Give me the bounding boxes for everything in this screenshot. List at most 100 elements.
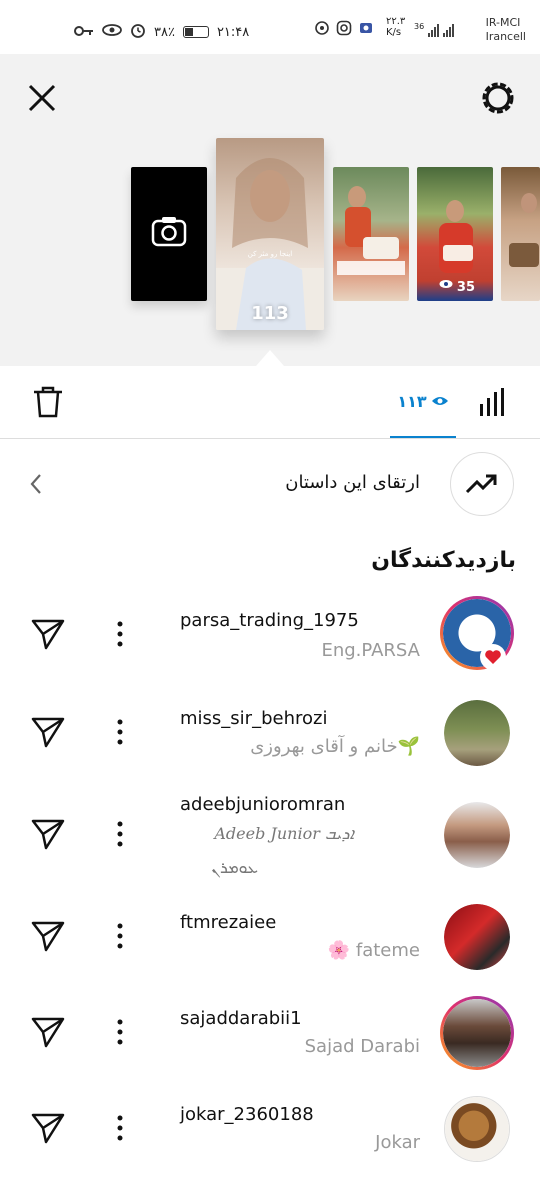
send-icon [31,1017,65,1048]
signal-2-icon [443,23,455,37]
add-story-tile[interactable] [131,167,207,301]
close-icon [28,84,56,112]
battery-icon [182,26,209,38]
avatar[interactable] [444,1096,510,1162]
clock: ۲۱:۴۸ [216,24,250,40]
alarm-icon [130,22,146,42]
story-strip: اینجا رو مثر کن 113 35 [0,54,540,366]
send-button[interactable] [30,918,66,954]
speed-value: ۲۲.۳ [386,16,406,27]
more-vertical-icon [117,719,123,745]
send-button[interactable] [30,1014,66,1050]
viewer-row: ftmrezaiee 🌸 fateme [0,900,540,1000]
viewer-row: sajaddarabii1 Sajad Darabi [0,996,540,1096]
network-speed: ۲۲.۳ K/s [386,16,405,38]
carrier-2: Irancell [485,30,526,43]
carrier-1: IR-MCI [485,16,521,29]
eye-icon [102,24,122,40]
more-vertical-icon [117,1019,123,1045]
viewer-display-name: Sajad Darabi [304,1036,420,1057]
viewer-username[interactable]: adeebjunioromran [180,794,345,815]
story-thumbnail[interactable] [501,167,540,301]
status-left: ۳۸٪ ۲۱:۴۸ [74,22,249,42]
viewer-row: parsa_trading_1975 Eng.PARSA [0,596,540,696]
send-button[interactable] [30,616,66,652]
viewer-row: adeebjunioromran Adeeb Junior ܐܕܝܒ ܥܘܡܪܢ [0,790,540,890]
trending-icon [450,452,514,516]
story-photo [216,158,324,330]
story-thumbnail-selected[interactable]: اینجا رو مثر کن 113 [216,138,324,330]
bar-chart-icon [480,388,504,416]
close-button[interactable] [22,78,62,118]
viewer-row: jokar_2360188 Jokar [0,1090,540,1190]
story-caption: اینجا رو مثر کن [247,250,293,258]
viewer-username[interactable]: miss_sir_behrozi [180,708,327,729]
network-type: 36 [414,22,425,31]
story-view-count: 113 [251,303,289,324]
speed-unit: K/s [386,27,402,38]
views-count: ۱۱۳ [397,391,427,411]
signal-indicators: 36 [414,22,455,37]
app-notification-icon [358,20,374,39]
more-vertical-icon [117,821,123,847]
viewer-username[interactable]: sajaddarabii1 [180,1008,302,1029]
viewer-username[interactable]: ftmrezaiee [180,912,276,933]
signal-1-icon [428,23,440,37]
avatar[interactable] [444,802,510,868]
eye-icon [431,392,449,411]
avatar[interactable] [444,904,510,970]
more-options-button[interactable] [110,1014,130,1050]
send-button[interactable] [30,714,66,750]
viewers-heading: بازدیدکنندگان [371,548,516,573]
send-icon [31,1113,65,1144]
avatar[interactable] [444,700,510,766]
camera-icon [151,217,187,247]
heart-icon [480,644,506,670]
viewer-display-name-line-2: ܥܘܡܪܢ [211,858,258,877]
send-button[interactable] [30,1110,66,1146]
instagram-icon [336,20,352,39]
viewer-display-name: خانم و آقای بهروزی🌱 [250,736,420,757]
more-options-button[interactable] [110,714,130,750]
story-photo [337,186,405,275]
settings-button[interactable] [478,78,518,118]
send-icon [31,619,65,650]
promote-story-row[interactable]: ارتقای این داستان [0,440,540,528]
hotspot-icon [314,20,330,39]
promote-label: ارتقای این داستان [285,472,420,493]
tab-viewers[interactable]: ۱۱۳ [390,366,456,438]
viewer-display-name: Adeeb Junior ܐܕܝܒ [214,824,354,843]
status-bar: ۳۸٪ ۲۱:۴۸ ۲۲.۳ K/s 36 IR-MCI Irancell [0,0,540,54]
notification-icons [314,20,374,39]
more-options-button[interactable] [110,816,130,852]
delete-button[interactable] [30,384,66,420]
story-view-count: 35 [456,280,475,295]
viewer-username[interactable]: jokar_2360188 [180,1104,314,1125]
send-icon [31,921,65,952]
story-thumbnail[interactable] [333,167,409,301]
carrier-labels: IR-MCI Irancell [486,16,526,44]
eye-icon [439,274,453,293]
more-vertical-icon [117,1115,123,1141]
battery-percent: ۳۸٪ [154,24,175,40]
viewer-display-name: Eng.PARSA [321,640,420,661]
more-options-button[interactable] [110,616,130,652]
more-vertical-icon [117,923,123,949]
send-icon [31,819,65,850]
key-icon [74,25,94,40]
viewer-username[interactable]: parsa_trading_1975 [180,610,359,631]
viewer-display-name: Jokar [375,1132,420,1153]
more-vertical-icon [117,621,123,647]
send-button[interactable] [30,816,66,852]
chevron-left-icon [26,472,46,496]
gear-icon [482,82,514,114]
tab-insights[interactable] [478,386,508,418]
avatar[interactable] [440,996,514,1070]
more-options-button[interactable] [110,918,130,954]
selected-pointer [256,350,284,366]
viewer-display-name: 🌸 fateme [327,940,420,961]
more-options-button[interactable] [110,1110,130,1146]
story-thumbnail[interactable]: 35 [417,167,493,301]
story-photo [439,200,473,273]
trash-icon [34,386,62,418]
